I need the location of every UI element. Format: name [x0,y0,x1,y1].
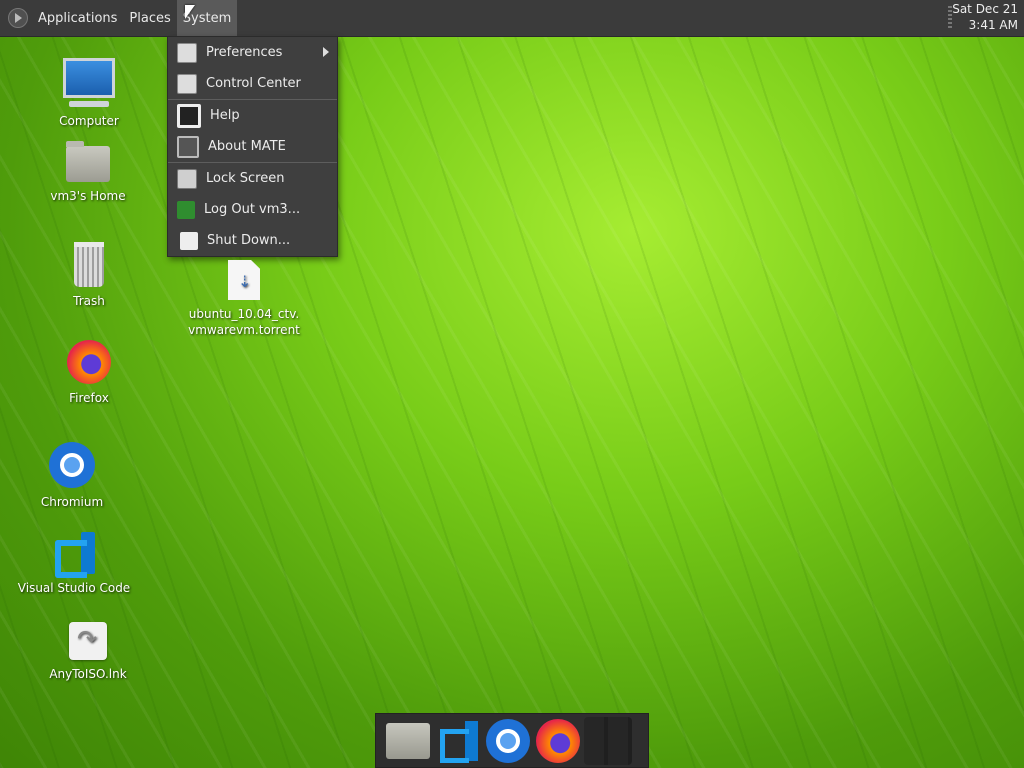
desktop-icon-chromium[interactable]: Chromium [27,442,117,510]
shut-down-icon [180,231,198,250]
desktop-icon-label: Firefox [69,391,109,405]
desktop-icon-label: vm3's Home [50,189,126,203]
files-icon [386,722,430,759]
dock-empty-slot [584,716,632,765]
chromium-icon [49,442,95,488]
dock-item-files[interactable] [384,717,432,765]
desktop-icon-anytoiso[interactable]: AnyToISO.lnk [38,622,138,682]
desktop-icon-label: AnyToISO.lnk [49,667,127,681]
desktop-icon-label: Visual Studio Code [17,581,131,595]
desktop-icon-trash[interactable]: Trash [44,242,134,309]
lock-screen-icon [177,168,197,189]
desktop-icon-computer[interactable]: Computer [44,58,134,129]
clock-date: Sat Dec 21 [952,2,1018,16]
places-menu[interactable]: Places [123,0,176,36]
mouse-pointer-icon [185,5,195,19]
firefox-icon [67,340,111,384]
dock-item-firefox[interactable] [534,717,582,765]
menu-item-shut-down[interactable]: Shut Down... [168,225,337,256]
vscode-icon [53,532,95,574]
submenu-arrow-icon [323,47,329,57]
help-icon [177,103,201,128]
menu-item-log-out[interactable]: Log Out vm3... [168,194,337,225]
desktop-icon-label-line2: vmwarevm.torrent [188,323,300,337]
clock-time: 3:41 AM [968,18,1018,32]
dock-item-chromium[interactable] [484,717,532,765]
menu-item-label: Log Out vm3... [204,202,301,217]
desktop-icon-vscode[interactable]: Visual Studio Code [14,532,134,596]
desktop-icon-home[interactable]: vm3's Home [38,141,138,204]
menu-item-label: Lock Screen [206,171,285,186]
preferences-icon [177,42,197,63]
control-center-icon [177,73,197,94]
menu-item-label: Control Center [206,76,301,91]
dock [375,713,649,768]
menu-item-label: Help [210,108,240,123]
desktop-icon-torrent-file[interactable]: ubuntu_10.04_ctv. vmwarevm.torrent [184,260,304,338]
torrent-file-icon [228,260,260,300]
shortcut-icon [69,622,107,660]
dock-item-vscode[interactable] [434,717,482,765]
desktop-icon-firefox[interactable]: Firefox [44,340,134,406]
menu-item-label: Shut Down... [207,233,291,248]
computer-icon [63,58,115,98]
applications-menu[interactable]: Applications [32,0,123,36]
system-dropdown: Preferences Control Center Help About MA… [167,36,338,257]
top-panel: Applications Places System Sat Dec 21 3:… [0,0,1024,37]
menu-item-preferences[interactable]: Preferences [168,37,337,68]
menu-item-control-center[interactable]: Control Center [168,68,337,99]
menu-item-lock-screen[interactable]: Lock Screen [168,163,337,194]
menu-item-about-mate[interactable]: About MATE [168,131,337,162]
computer-base-icon [69,101,109,107]
trash-icon [74,242,104,287]
desktop-icon-label-line1: ubuntu_10.04_ctv. [188,307,300,321]
menu-item-help[interactable]: Help [168,100,337,131]
clock[interactable]: Sat Dec 21 3:41 AM [952,1,1018,33]
desktop-icon-label: Chromium [40,495,104,509]
desktop-icon-label: Computer [59,114,119,128]
about-mate-icon [177,135,199,158]
firefox-icon [536,718,580,763]
menu-item-label: About MATE [208,139,286,154]
menu-item-label: Preferences [206,45,283,60]
home-folder-icon [66,141,110,182]
chromium-icon [486,718,530,763]
vscode-icon [438,720,478,763]
desktop-icon-label: Trash [73,294,105,308]
log-out-icon [177,200,195,219]
mate-logo-icon[interactable] [8,8,28,28]
